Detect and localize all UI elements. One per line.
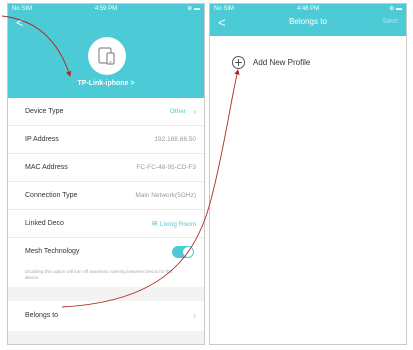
row-label: IP Address [25, 136, 59, 143]
devices-icon [98, 47, 115, 65]
client-header: No SIM 4:59 PM ⊕ ▬ < TP-Link-iphone > [8, 4, 204, 98]
row-label: Linked Deco [25, 220, 64, 227]
chevron-right-icon: › [193, 107, 196, 116]
device-name-link[interactable]: TP-Link-iphone > [8, 80, 204, 87]
connection-type-row: Connection Type Main Network(5GHz) [8, 182, 204, 210]
page-title: Belongs to [289, 17, 327, 26]
save-button[interactable]: Save [382, 18, 398, 25]
device-type-value: Other [169, 108, 186, 115]
status-time: 4:48 PM [296, 6, 320, 12]
status-icons: ⊕ ▬ [389, 6, 402, 12]
toggle-knob [183, 247, 193, 257]
plus-circle-icon [232, 55, 245, 69]
row-label: MAC Address [25, 164, 68, 171]
mesh-technology-toggle[interactable] [172, 246, 194, 258]
device-info-list: Device Type Other › IP Address 192.168.6… [8, 98, 204, 331]
client-detail-screen: No SIM 4:59 PM ⊕ ▬ < TP-Link-iphone > De… [7, 3, 205, 345]
belongs-to-row[interactable]: Belongs to › [8, 301, 204, 331]
ip-address-row: IP Address 192.168.68.50 [8, 126, 204, 154]
device-type-row[interactable]: Device Type Other › [8, 98, 204, 126]
mac-address-row: MAC Address FC-FC-48-95-CD-F3 [8, 154, 204, 182]
row-label: Device Type [25, 108, 64, 115]
ip-address-value: 192.168.68.50 [154, 136, 196, 143]
back-button[interactable]: < [16, 16, 26, 30]
row-label: Mesh Technology [25, 248, 80, 255]
add-new-profile-button[interactable]: Add New Profile [232, 54, 310, 70]
section-divider [8, 287, 204, 301]
chevron-right-icon: › [193, 311, 196, 320]
linked-deco-value: ≋ Living Room [151, 210, 196, 239]
device-avatar [88, 37, 126, 75]
connection-type-value: Main Network(5GHz) [135, 192, 196, 199]
mac-address-value: FC-FC-48-95-CD-F3 [136, 164, 196, 171]
belongs-to-header: No SIM 4:48 PM ⊕ ▬ < Belongs to Save [210, 4, 406, 36]
row-label: Connection Type [25, 192, 78, 199]
belongs-to-label: Belongs to [25, 312, 59, 319]
linked-deco-name: Living Room [159, 221, 196, 228]
status-bar: No SIM 4:59 PM ⊕ ▬ [8, 4, 204, 14]
status-time: 4:59 PM [94, 6, 118, 12]
status-bar: No SIM 4:48 PM ⊕ ▬ [210, 4, 406, 14]
mesh-technology-row: Mesh Technology [8, 238, 204, 266]
status-icons: ⊕ ▬ [187, 6, 200, 12]
belongs-to-screen: No SIM 4:48 PM ⊕ ▬ < Belongs to Save Add… [209, 3, 407, 345]
add-new-profile-label: Add New Profile [253, 57, 311, 67]
mesh-note: Disabling this option will turn off seam… [8, 266, 204, 287]
linked-deco-row: Linked Deco ≋ Living Room [8, 210, 204, 238]
wifi-icon: ≋ [151, 219, 159, 228]
